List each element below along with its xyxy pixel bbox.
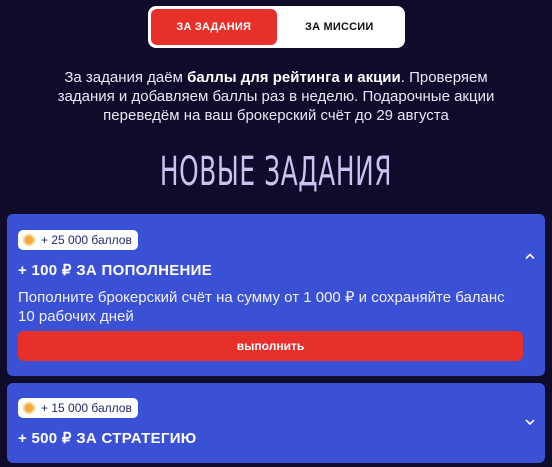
intro-line1-bold: баллы для рейтинга и акции (187, 69, 401, 86)
tab-tasks[interactable]: ЗА ЗАДАНИЯ (151, 9, 277, 45)
intro-line1-start: За задания даём (64, 69, 188, 86)
task-card-strategy[interactable]: + 15 000 баллов + 500 ₽ ЗА СТРАТЕГИЮ (7, 383, 545, 463)
intro-line1-end: . Проверяем (400, 69, 488, 86)
chevron-up-icon[interactable] (525, 251, 535, 261)
intro-line3: переведём на ваш брокерский счёт до 29 а… (103, 107, 449, 124)
complete-button[interactable]: выполнить (18, 331, 523, 361)
points-label: + 25 000 баллов (41, 233, 132, 247)
task-title: + 100 ₽ ЗА ПОПОЛНЕНИЕ (18, 262, 213, 279)
coin-icon (23, 402, 35, 414)
task-card-deposit: + 25 000 баллов + 100 ₽ ЗА ПОПОЛНЕНИЕ По… (7, 214, 545, 376)
chevron-down-icon[interactable] (525, 417, 535, 427)
points-badge: + 25 000 баллов (18, 230, 138, 250)
points-badge: + 15 000 баллов (18, 398, 138, 418)
task-title: + 500 ₽ ЗА СТРАТЕГИЮ (18, 430, 197, 447)
intro-text: За задания даём баллы для рейтинга и акц… (0, 68, 552, 125)
intro-line2: задания и добавляем баллы раз в неделю. … (57, 88, 495, 105)
coin-icon (23, 234, 35, 246)
section-heading: НОВЫЕ ЗАДАНИЯ (159, 149, 393, 195)
task-description: Пополните брокерский счёт на сумму от 1 … (18, 289, 505, 325)
tab-switcher: ЗА ЗАДАНИЯ ЗА МИССИИ (148, 6, 405, 48)
points-label: + 15 000 баллов (41, 401, 132, 415)
tab-missions[interactable]: ЗА МИССИИ (277, 9, 403, 45)
